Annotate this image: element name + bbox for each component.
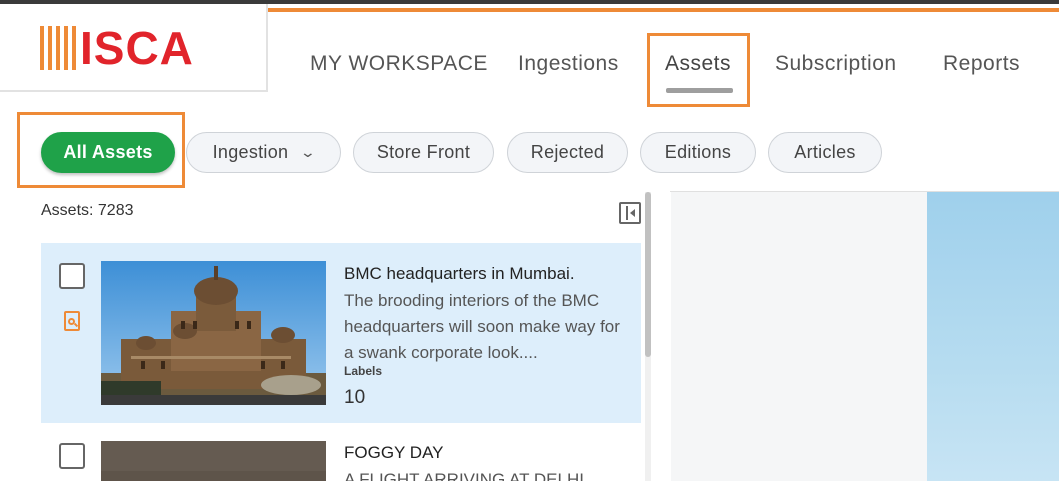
- filter-articles[interactable]: Articles: [768, 132, 882, 173]
- highlight-box-assets: [647, 33, 750, 107]
- assets-count: Assets: 7283: [41, 202, 134, 219]
- building-thumbnail-image: [101, 261, 326, 405]
- nav-ingestions[interactable]: Ingestions: [518, 52, 619, 76]
- filter-ingestion-label: Ingestion: [212, 142, 289, 162]
- asset-description: The brooding interiors of the BMC headqu…: [344, 291, 620, 362]
- asset-title[interactable]: BMC headquarters in Mumbai.: [344, 264, 575, 284]
- asset-thumbnail[interactable]: [101, 261, 326, 405]
- filter-store-front[interactable]: Store Front: [353, 132, 494, 173]
- preview-panel: [671, 192, 927, 481]
- nav-my-workspace[interactable]: MY WORKSPACE: [310, 52, 488, 76]
- filter-rejected[interactable]: Rejected: [507, 132, 628, 173]
- asset-checkbox[interactable]: [59, 443, 85, 469]
- preview-image[interactable]: [927, 192, 1059, 481]
- highlight-box-all-assets: [17, 112, 185, 188]
- chevron-down-icon: ⌄: [299, 144, 317, 160]
- asset-card[interactable]: FOGGY DAY A FLIGHT ARRIVING AT DELHI: [41, 423, 641, 481]
- list-scrollbar-thumb[interactable]: [645, 192, 651, 357]
- asset-title[interactable]: FOGGY DAY: [344, 443, 444, 463]
- filter-ingestion-dropdown[interactable]: Ingestion ⌄: [186, 132, 341, 173]
- asset-card[interactable]: BMC headquarters in Mumbai. The brooding…: [41, 243, 641, 423]
- collapse-panel-icon[interactable]: [619, 202, 641, 224]
- nav-reports[interactable]: Reports: [943, 52, 1020, 76]
- header-accent-line: [268, 8, 1059, 12]
- asset-description: A FLIGHT ARRIVING AT DELHI: [344, 470, 584, 481]
- main-nav: MY WORKSPACE Ingestions Assets Subscript…: [0, 52, 1059, 82]
- asset-checkbox[interactable]: [59, 263, 85, 289]
- asset-thumbnail[interactable]: [101, 441, 326, 481]
- foggy-thumbnail-image: [101, 441, 326, 481]
- document-search-icon[interactable]: [64, 311, 80, 331]
- nav-subscription[interactable]: Subscription: [775, 52, 897, 76]
- labels-heading: Labels: [344, 364, 383, 378]
- filter-editions[interactable]: Editions: [640, 132, 756, 173]
- labels-count: 10: [344, 387, 366, 408]
